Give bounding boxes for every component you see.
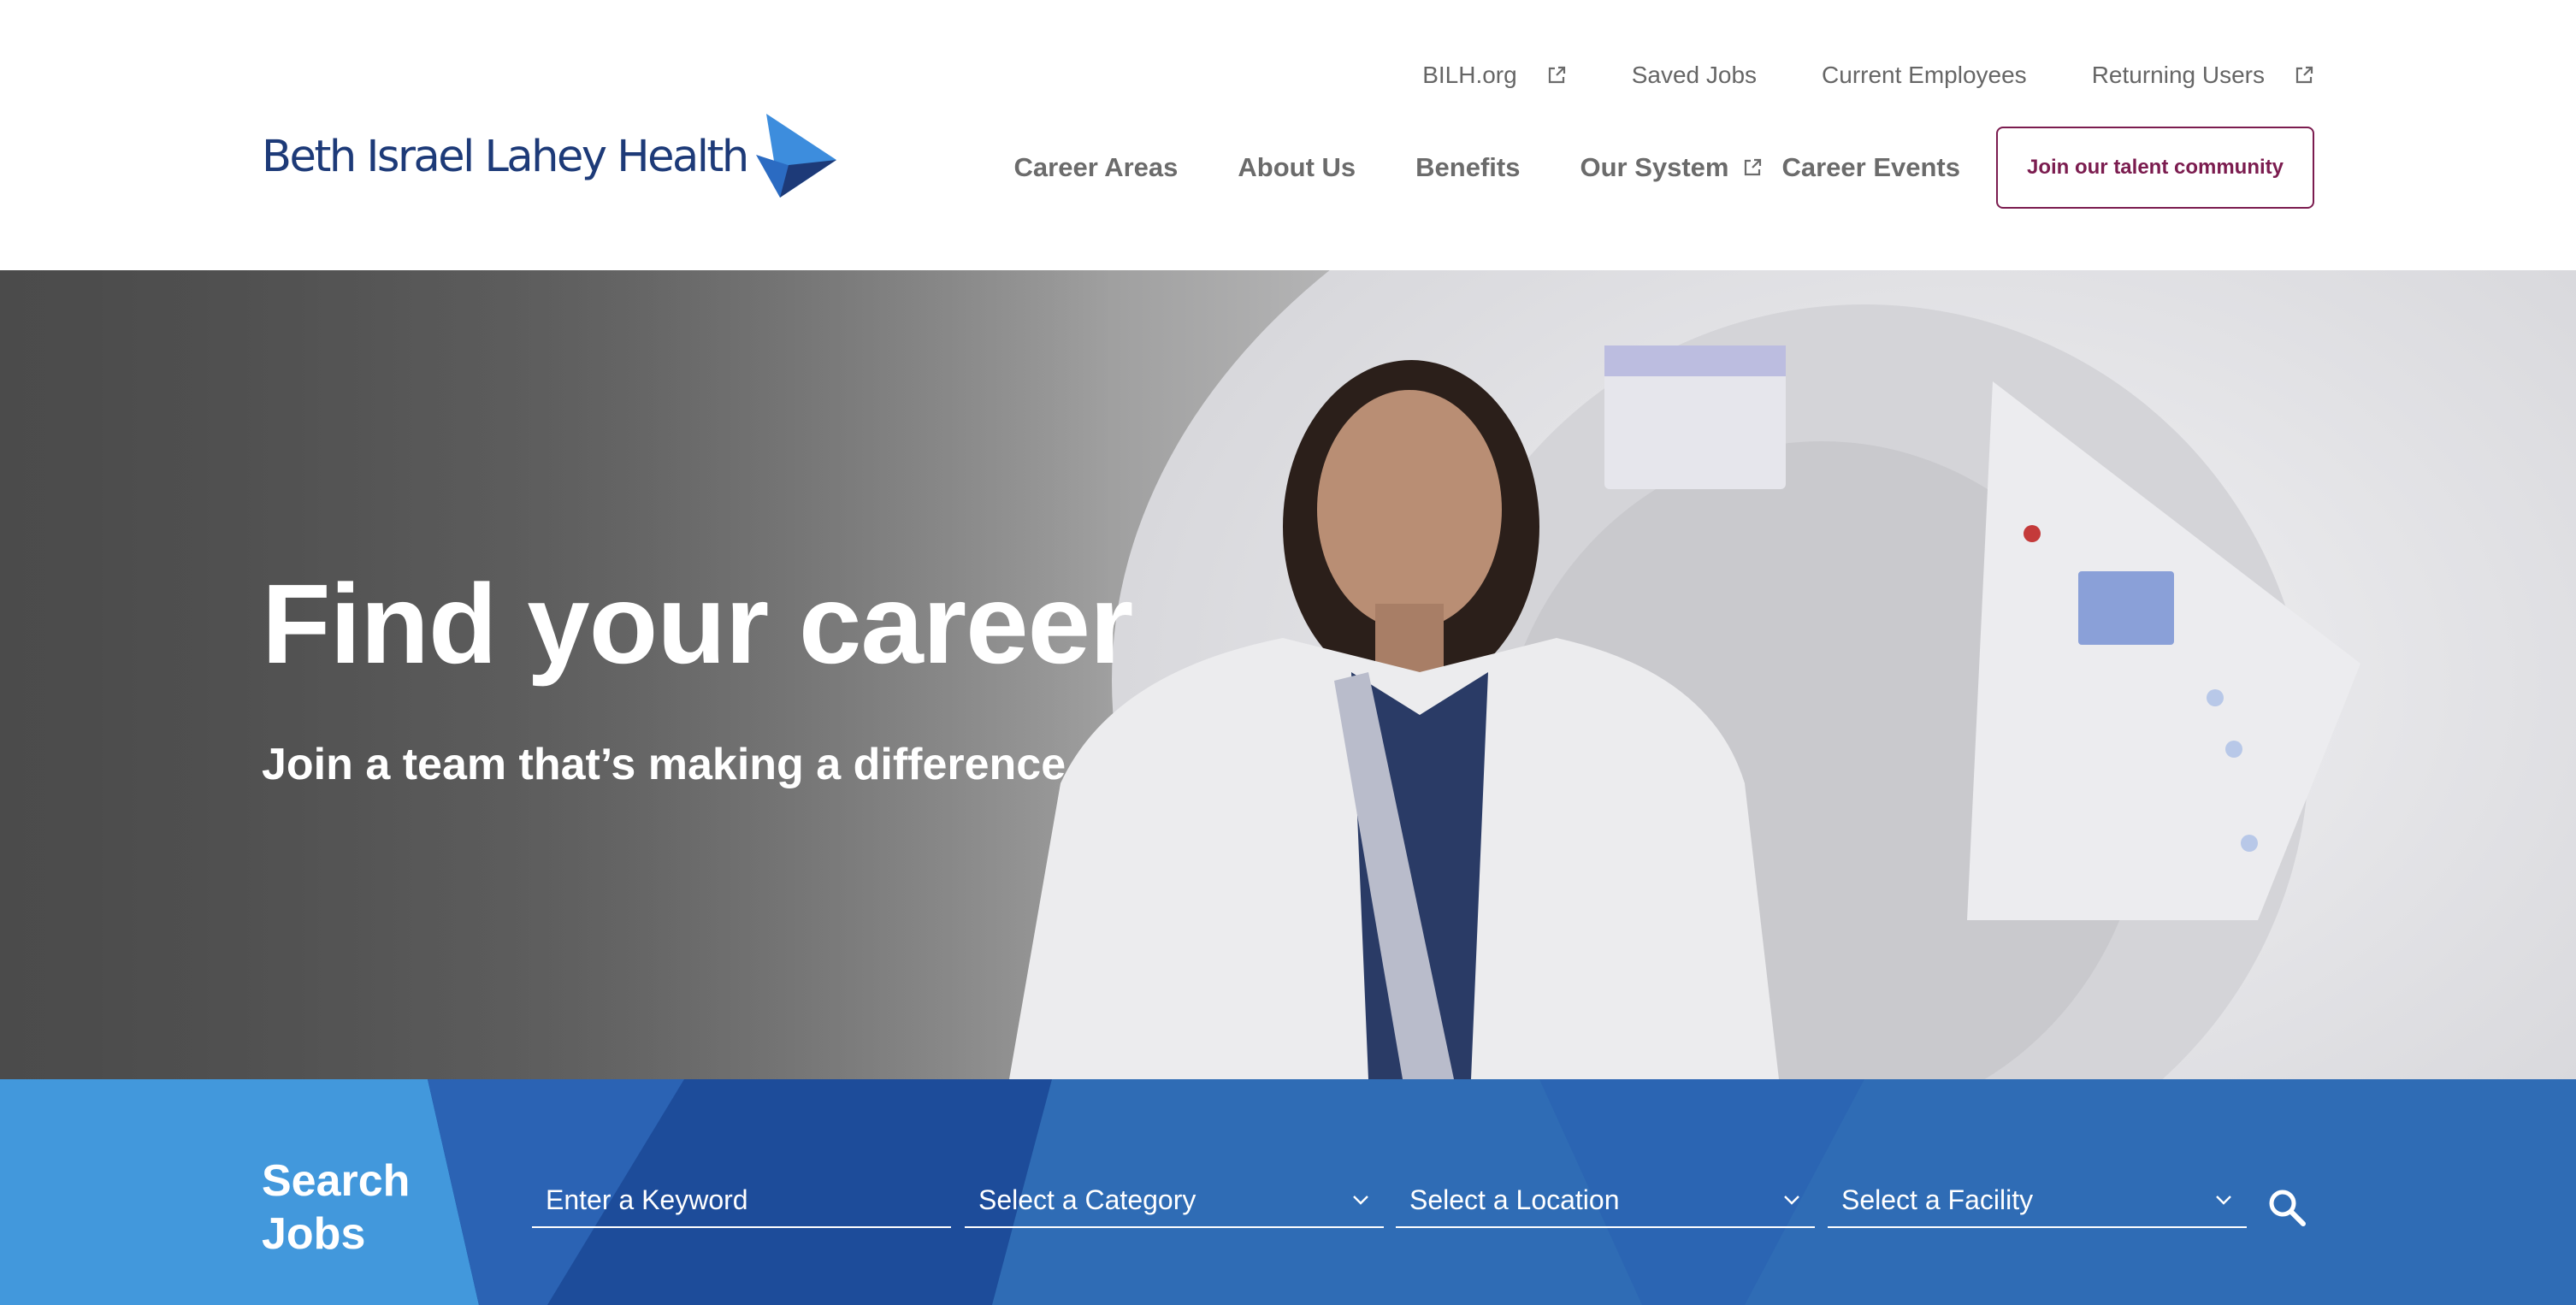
category-select-label: Select a Category (978, 1184, 1196, 1215)
util-link-label: BILH.org (1422, 62, 1517, 88)
external-link-icon (2295, 66, 2313, 84)
nav-about-us[interactable]: About Us (1238, 152, 1356, 183)
search-jobs-title: Search Jobs (262, 1156, 411, 1259)
utility-nav: BILH.org Saved Jobs Current Employees Re… (1422, 62, 2314, 89)
util-link-label: Current Employees (1822, 62, 2027, 88)
util-link-returning-users[interactable]: Returning Users (2092, 62, 2314, 89)
facility-select[interactable]: Select a Facility (1828, 1173, 2247, 1228)
chevron-down-icon (1784, 1196, 1799, 1205)
external-link-icon (1548, 66, 1565, 84)
site-header: Beth Israel Lahey Health BILH.org Saved … (0, 0, 2576, 270)
location-select-label: Select a Location (1409, 1184, 1620, 1215)
nav-career-events[interactable]: Career Events (1781, 152, 1960, 183)
keyword-input[interactable] (546, 1173, 937, 1226)
util-link-label: Saved Jobs (1631, 62, 1758, 88)
main-nav: Career Areas About Us Benefits Our Syste… (1014, 127, 2314, 209)
search-icon[interactable] (2266, 1187, 2307, 1228)
nav-career-areas[interactable]: Career Areas (1014, 152, 1179, 183)
join-talent-community-button[interactable]: Join our talent community (1996, 127, 2314, 209)
util-link-saved-jobs[interactable]: Saved Jobs (1632, 62, 1757, 89)
nav-benefits[interactable]: Benefits (1415, 152, 1520, 183)
job-search-bar: Search Jobs Select a Category Select a L… (0, 1079, 2576, 1305)
nav-label: Our System (1580, 152, 1729, 182)
util-link-bilh[interactable]: BILH.org (1422, 62, 1567, 89)
chevron-down-icon (2216, 1196, 2231, 1205)
location-select[interactable]: Select a Location (1396, 1173, 1815, 1228)
hero-banner: Find your career Join a team that’s maki… (0, 270, 2576, 1079)
category-select[interactable]: Select a Category (965, 1173, 1384, 1228)
facility-select-label: Select a Facility (1841, 1184, 2034, 1215)
brand-name: Beth Israel Lahey Health (262, 131, 749, 182)
brand-logo[interactable]: Beth Israel Lahey Health (262, 109, 836, 204)
chevron-down-icon (1353, 1196, 1368, 1205)
hero-title: Find your career (262, 561, 1133, 687)
hero-subtitle: Join a team that’s making a difference (262, 740, 1066, 789)
util-link-label: Returning Users (2091, 62, 2265, 88)
nav-our-system[interactable]: Our System (1580, 152, 1763, 183)
external-link-icon (1745, 158, 1762, 176)
keyword-field[interactable] (532, 1173, 951, 1228)
bird-logo-icon (755, 114, 836, 198)
util-link-current-employees[interactable]: Current Employees (1822, 62, 2027, 89)
